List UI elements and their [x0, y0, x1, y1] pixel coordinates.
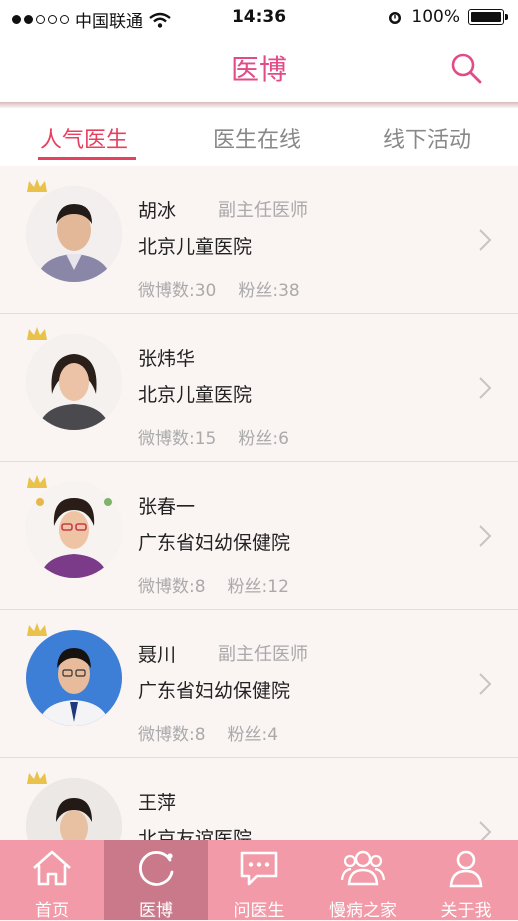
search-icon[interactable] — [448, 50, 484, 86]
crown-icon — [27, 475, 47, 488]
tabbar-label: 慢病之家 — [329, 901, 397, 921]
crown-icon — [27, 327, 47, 340]
person-icon — [449, 850, 483, 888]
weibo-count: 微博数:15 — [138, 429, 217, 449]
tabbar-item-about-me[interactable]: 关于我 — [414, 840, 518, 921]
page-title: 医博 — [230, 53, 287, 86]
alarm-icon — [389, 12, 402, 24]
chat-icon — [240, 851, 278, 886]
avatar — [26, 186, 122, 282]
doctor-row[interactable]: 胡冰 副主任医师 北京儿童医院 微博数:30 粉丝:38 — [0, 166, 518, 314]
doctor-name: 张炜华 — [138, 348, 196, 370]
crown-icon — [27, 623, 47, 636]
crown-icon — [27, 179, 47, 192]
doctor-stats: 微博数:30 粉丝:38 — [138, 276, 300, 301]
tabbar-label: 关于我 — [440, 901, 492, 921]
fans-count: 粉丝:6 — [238, 429, 289, 449]
segment-tabs: 人气医生 医生在线 线下活动 — [0, 108, 518, 166]
doctor-title: 副主任医师 — [218, 644, 308, 665]
chevron-right-icon — [479, 377, 492, 399]
avatar — [26, 482, 122, 578]
tabbar-item-chronic-home[interactable]: 慢病之家 — [311, 840, 415, 921]
doctor-name: 张春一 — [138, 496, 196, 518]
tabbar-label: 首页 — [35, 901, 69, 921]
tab-active-indicator — [38, 157, 136, 160]
tabbar-label: 医博 — [139, 901, 173, 921]
doctor-name: 胡冰 — [138, 200, 177, 222]
chevron-right-icon — [479, 673, 492, 695]
bottom-tab-bar: 首页 医博 问医生 慢病之家 关于我 — [0, 840, 518, 921]
doctor-row[interactable]: 张炜华 北京儿童医院 微博数:15 粉丝:6 — [0, 314, 518, 462]
battery-icon — [468, 9, 508, 25]
weibo-count: 微博数:30 — [138, 281, 217, 301]
fans-count: 粉丝:38 — [238, 281, 300, 301]
avatar — [26, 334, 122, 430]
weibo-count: 微博数:8 — [138, 577, 206, 597]
tab-popular-doctors[interactable]: 人气医生 — [40, 122, 128, 154]
doctor-name: 聂川 — [138, 644, 177, 666]
tabbar-item-home[interactable]: 首页 — [0, 840, 104, 921]
battery-percent: 100% — [411, 7, 460, 27]
crown-icon — [27, 771, 47, 784]
doctor-hospital: 北京儿童医院 — [138, 384, 253, 406]
tabbar-item-yibo[interactable]: 医博 — [104, 840, 208, 921]
chevron-right-icon — [479, 229, 492, 251]
status-bar: 中国联通 14:36 100% — [0, 0, 518, 34]
doctor-hospital: 广东省妇幼保健院 — [138, 680, 291, 702]
tabbar-item-ask-doctor[interactable]: 问医生 — [207, 840, 311, 921]
chevron-right-icon — [479, 525, 492, 547]
fans-count: 粉丝:12 — [227, 577, 289, 597]
doctor-list: 胡冰 副主任医师 北京儿童医院 微博数:30 粉丝:38 张炜华 北京儿童医院 微… — [0, 166, 518, 906]
doctor-stats: 微博数:8 粉丝:4 — [138, 720, 278, 745]
tabbar-label: 问医生 — [233, 901, 285, 921]
doctor-row[interactable]: 聂川 副主任医师 广东省妇幼保健院 微博数:8 粉丝:4 — [0, 610, 518, 758]
avatar — [26, 630, 122, 726]
doctor-hospital: 广东省妇幼保健院 — [138, 532, 291, 554]
tab-doctors-online[interactable]: 医生在线 — [213, 122, 301, 154]
doctor-hospital: 北京儿童医院 — [138, 236, 253, 258]
doctor-row[interactable]: 张春一 广东省妇幼保健院 微博数:8 粉丝:12 — [0, 462, 518, 610]
fans-count: 粉丝:4 — [227, 725, 279, 745]
doctor-title: 副主任医师 — [218, 200, 308, 221]
tab-offline-events[interactable]: 线下活动 — [383, 122, 471, 154]
refresh-icon — [139, 851, 174, 886]
doctor-name: 王萍 — [138, 792, 177, 814]
doctor-stats: 微博数:15 粉丝:6 — [138, 424, 289, 449]
nav-header: 医博 — [0, 34, 518, 108]
weibo-count: 微博数:8 — [138, 725, 206, 745]
home-icon — [33, 850, 71, 886]
doctor-stats: 微博数:8 粉丝:12 — [138, 572, 289, 597]
group-icon — [340, 850, 386, 886]
